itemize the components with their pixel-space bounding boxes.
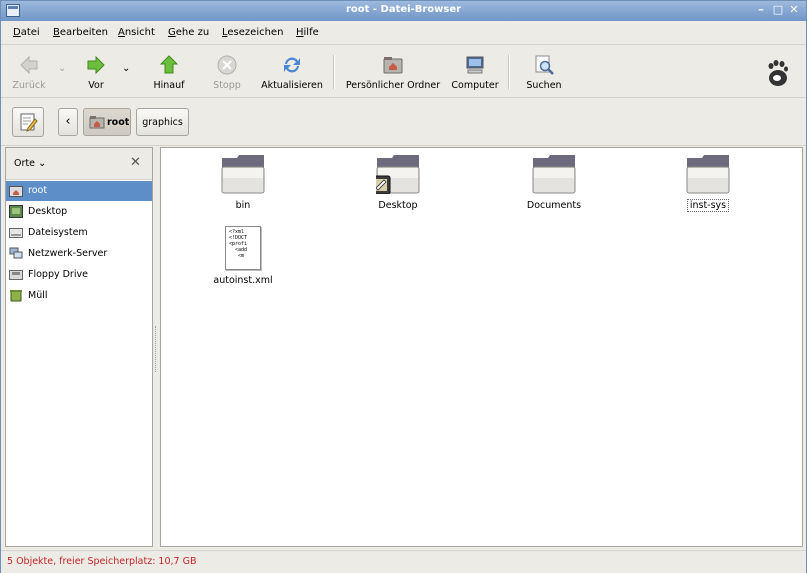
- file-item-bin[interactable]: bin: [203, 154, 283, 214]
- up-button[interactable]: Hinauf: [146, 45, 192, 97]
- desktop-folder-icon: [376, 155, 420, 194]
- sidebar-item-desktop[interactable]: Desktop: [6, 202, 152, 222]
- sidebar-item-floppy-drive[interactable]: Floppy Drive: [6, 265, 152, 285]
- desktop-icon: [9, 205, 23, 218]
- menu-lesezeichen[interactable]: Lesezeichen: [222, 27, 283, 38]
- menu-hilfe[interactable]: Hilfe: [296, 27, 319, 38]
- chevron-down-icon: ⌄: [37, 158, 47, 169]
- menu-gehe-zu[interactable]: Gehe zu: [168, 27, 209, 38]
- sidebar-type-select[interactable]: Orte ⌄: [14, 158, 46, 169]
- file-view[interactable]: bin Desktop Documents inst-sys <?xml <!D…: [160, 147, 803, 547]
- folder-icon: [532, 155, 576, 194]
- arrow-right-icon: [87, 55, 105, 75]
- arrow-up-icon: [159, 55, 179, 74]
- path-crumb-graphics[interactable]: graphics: [136, 108, 189, 136]
- menu-ansicht[interactable]: Ansicht: [118, 27, 155, 38]
- gnome-foot-logo-icon: [768, 60, 788, 86]
- search-button[interactable]: Suchen: [519, 45, 569, 97]
- maximize-icon[interactable]: □: [772, 4, 784, 16]
- edit-location-icon: [20, 113, 38, 132]
- toggle-location-entry-button[interactable]: [12, 107, 44, 137]
- search-icon: [535, 55, 554, 75]
- path-crumb-root[interactable]: root: [83, 108, 131, 136]
- title-bar[interactable]: root - Datei-Browser – □ ✕: [1, 1, 806, 21]
- chevron-left-icon: ‹: [65, 114, 71, 129]
- sidebar-item-muell[interactable]: Müll: [6, 286, 152, 306]
- file-item-desktop[interactable]: Desktop: [358, 154, 438, 214]
- stop-button[interactable]: Stopp: [205, 45, 249, 97]
- sidebar-resize-handle[interactable]: [155, 326, 159, 372]
- forward-history-dropdown[interactable]: ⌄: [122, 63, 130, 74]
- status-text: 5 Objekte, freier Speicherplatz: 10,7 GB: [7, 556, 197, 567]
- xml-preview-text: <?xml <!DOCT <profi <add <m: [229, 229, 248, 259]
- trash-icon: [10, 290, 22, 302]
- close-icon[interactable]: ✕: [788, 4, 800, 16]
- computer-icon: [466, 56, 484, 74]
- sidebar-item-dateisystem[interactable]: Dateisystem: [6, 223, 152, 243]
- sidebar-header: Orte ⌄ ✕: [6, 148, 152, 180]
- back-history-dropdown[interactable]: ⌄: [58, 63, 66, 74]
- home-button[interactable]: Persönlicher Ordner: [343, 45, 443, 97]
- minimize-icon[interactable]: –: [755, 4, 767, 16]
- folder-icon: [686, 155, 730, 194]
- window-title: root - Datei-Browser: [345, 4, 462, 15]
- close-sidebar-icon[interactable]: ✕: [130, 155, 141, 170]
- status-bar: 5 Objekte, freier Speicherplatz: 10,7 GB: [1, 550, 806, 573]
- computer-button[interactable]: Computer: [450, 45, 500, 97]
- file-item-documents[interactable]: Documents: [514, 154, 594, 214]
- file-item-autoinst-xml[interactable]: <?xml <!DOCT <profi <add <m autoinst.xml: [203, 226, 283, 288]
- drive-icon: [9, 228, 23, 238]
- sidebar-item-root[interactable]: root: [6, 181, 152, 201]
- location-bar: ‹ root graphics: [1, 98, 806, 146]
- reload-icon: [284, 57, 300, 73]
- home-folder-icon: [9, 186, 23, 197]
- back-button[interactable]: Zurück: [7, 45, 51, 97]
- stop-icon: [217, 55, 237, 75]
- reload-button[interactable]: Aktualisieren: [259, 45, 325, 97]
- network-icon: [9, 247, 23, 259]
- home-folder-icon: [89, 116, 105, 129]
- menu-datei[interactable]: Datei: [13, 27, 40, 38]
- menu-bearbeiten[interactable]: Bearbeiten: [53, 27, 108, 38]
- xml-file-icon: <?xml <!DOCT <profi <add <m: [225, 226, 261, 270]
- arrow-left-icon: [20, 55, 38, 75]
- file-browser-window: root - Datei-Browser – □ ✕ Datei Bearbei…: [0, 0, 807, 573]
- toolbar-separator: [508, 55, 510, 89]
- file-item-inst-sys[interactable]: inst-sys: [668, 154, 748, 214]
- sidebar-item-netzwerk-server[interactable]: Netzwerk-Server: [6, 244, 152, 264]
- path-scroll-left-button[interactable]: ‹: [58, 108, 78, 136]
- menu-bar: Datei Bearbeiten Ansicht Gehe zu Lesezei…: [1, 21, 806, 45]
- toolbar-separator: [333, 55, 335, 89]
- folder-icon: [221, 155, 265, 194]
- forward-button[interactable]: Vor: [74, 45, 118, 97]
- toolbar: Zurück ⌄ Vor ⌄ Hinauf Stopp Aktualisiere…: [1, 45, 806, 98]
- places-sidebar: Orte ⌄ ✕ root Desktop Dateisystem Netzwe…: [5, 147, 153, 547]
- floppy-icon: [9, 270, 23, 280]
- home-folder-icon: [383, 57, 403, 74]
